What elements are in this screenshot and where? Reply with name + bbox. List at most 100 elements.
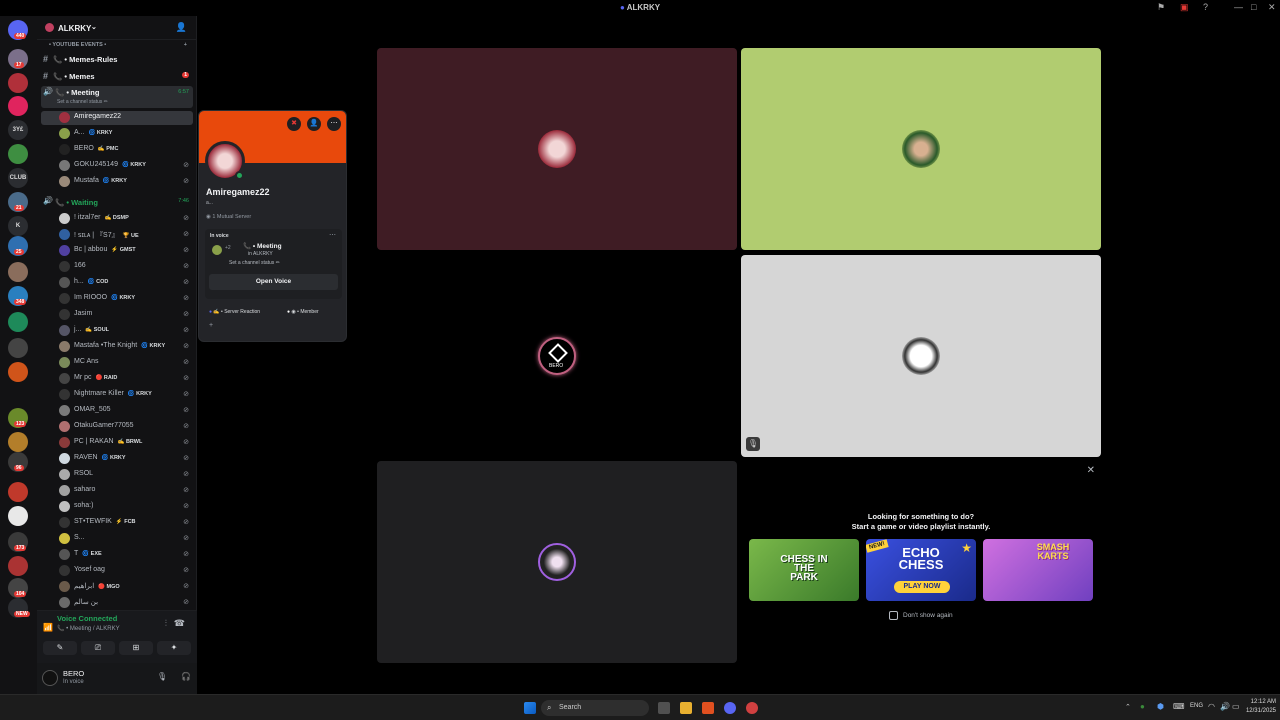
voice-member[interactable]: Jasim ⊘ (41, 308, 193, 322)
voice-member[interactable]: ST•TEWFIK ⚡ FCB ⊘ (41, 516, 193, 530)
language-indicator[interactable]: ENG (1190, 703, 1203, 709)
channel-status[interactable]: Set a channel status ✏ (57, 99, 108, 105)
server-icon-6[interactable]: CLUB (8, 168, 28, 188)
clock-date[interactable]: 12/31/2025 (1236, 708, 1276, 714)
channel-item[interactable]: # 📞 • Memes-Rules (41, 54, 193, 68)
server-icon-18[interactable] (8, 482, 28, 502)
activities-button[interactable]: ⊞ (119, 641, 153, 655)
voice-member[interactable]: Amiregamez22 (41, 111, 193, 125)
game-card-chess-park[interactable]: CHESS IN THE PARK (749, 539, 859, 601)
add-role-icon[interactable]: + (209, 322, 213, 329)
voice-member[interactable]: Mastafa •The Knight 🌀 KRKY ⊘ (41, 340, 193, 354)
game-card-smash-karts[interactable]: SMASH KARTS (983, 539, 1093, 601)
voice-member[interactable]: ابراهيم 🔴 MGO ⊘ (41, 580, 193, 594)
open-voice-button[interactable]: Open Voice (209, 274, 338, 290)
tray-shield-icon[interactable]: ⬢ (1157, 702, 1164, 711)
volume-icon[interactable]: 🔊 (1220, 702, 1230, 711)
server-icon-5[interactable] (8, 144, 28, 164)
inbox-icon[interactable]: ⚑ (1157, 2, 1165, 13)
voice-member[interactable]: h... 🌀 COD ⊘ (41, 276, 193, 290)
headphones-icon[interactable]: 🎧 (181, 672, 191, 681)
voice-member[interactable]: Mustafa 🌀 KRKY ⊘ (41, 175, 193, 189)
amiregamez22-tile[interactable] (377, 48, 737, 250)
voice-member[interactable]: T 🌀 EXE ⊘ (41, 548, 193, 562)
taskbar-search[interactable]: ⌕ Search (541, 700, 649, 716)
voice-member[interactable]: OtakuGamer77055 ⊘ (41, 420, 193, 434)
voice-member[interactable]: RSOL ⊘ (41, 468, 193, 482)
voice-member[interactable]: Nightmare Killer 🌀 KRKY ⊘ (41, 388, 193, 402)
dark-tile[interactable] (377, 461, 737, 663)
voice-member[interactable]: saharo ⊘ (41, 484, 193, 498)
voice-member[interactable]: soha:) ⊘ (41, 500, 193, 514)
app-icon[interactable] (746, 702, 758, 714)
server-icon-2[interactable] (8, 73, 28, 93)
voice-member[interactable]: RAVEN 🌀 KRKY ⊘ (41, 452, 193, 466)
server-header[interactable]: ALKRKY ⌄ 👤 (37, 16, 197, 40)
close-window-icon[interactable]: ✕ (1268, 2, 1276, 13)
server-icon-12[interactable] (8, 312, 28, 332)
help-icon[interactable]: ? (1203, 2, 1208, 12)
brave-browser-icon[interactable] (702, 702, 714, 714)
voice-member[interactable]: Bc | abbou ⚡ GMST ⊘ (41, 244, 193, 258)
voice-member[interactable]: OMAR_505 ⊘ (41, 404, 193, 418)
voice-member[interactable]: j... ✍ SOUL ⊘ (41, 324, 193, 338)
more-options-icon[interactable]: ⋯ (327, 117, 341, 131)
add-channel-icon[interactable]: + (184, 42, 187, 48)
game-card-echo-chess[interactable]: NEW! ★ ECHO CHESS PLAY NOW (866, 539, 976, 601)
screen-share-icon[interactable]: ▣ (1180, 2, 1189, 13)
voice-member[interactable]: بن سالم ⊘ (41, 596, 193, 610)
more-icon[interactable]: ⋯ (329, 231, 336, 239)
user-avatar[interactable] (42, 670, 58, 686)
server-icon-19[interactable] (8, 506, 28, 526)
voice-member[interactable]: 166 ⊘ (41, 260, 193, 274)
tray-app-icon[interactable]: ● (1140, 702, 1145, 711)
file-explorer-icon[interactable] (680, 702, 692, 714)
wifi-icon[interactable]: ◠ (1208, 702, 1215, 711)
play-now-button[interactable]: PLAY NOW (894, 581, 950, 593)
voice-channel-name[interactable]: 📞 • Meeting (243, 242, 282, 250)
channel-meeting[interactable]: 🔊 📞 • Meeting 6:57 Set a channel status ✏ (41, 86, 193, 108)
server-icon-21[interactable] (8, 556, 28, 576)
close-popout-icon[interactable]: ✖ (287, 117, 301, 131)
server-icon-4[interactable]: 3Y£ (8, 120, 28, 140)
dont-show-checkbox[interactable] (889, 611, 898, 620)
close-icon[interactable]: ✕ (1087, 465, 1095, 476)
voice-member[interactable]: Im RIOOO 🌀 KRKY ⊘ (41, 292, 193, 306)
server-icon-3[interactable] (8, 96, 28, 116)
voice-member[interactable]: A... 🌀 KRKY (41, 127, 193, 141)
server-icon-13[interactable] (8, 338, 28, 358)
disconnect-icon[interactable]: ☎ (174, 618, 185, 629)
add-friend-icon[interactable]: 👤 (307, 117, 321, 131)
channel-item[interactable]: # 📞 • Memes 1 (41, 71, 193, 85)
voice-member[interactable]: GOKU245149 🌀 KRKY ⊘ (41, 159, 193, 173)
channel-waiting[interactable]: 🔊 📞 • Waiting 7:46 (41, 196, 193, 210)
server-icon-8[interactable]: K (8, 216, 28, 236)
server-icon-10[interactable] (8, 262, 28, 282)
voice-member[interactable]: PC | RAKAN ✍ BRWL ⊘ (41, 436, 193, 450)
green-tile[interactable] (741, 48, 1101, 250)
bero-tile[interactable]: BERO (377, 255, 737, 457)
camera-button[interactable]: ✎ (43, 641, 77, 655)
start-icon[interactable] (524, 702, 536, 714)
soundboard-button[interactable]: ✦ (157, 641, 191, 655)
microphone-icon[interactable]: 🎙 (157, 672, 167, 681)
keyboard-icon[interactable]: ⌨ (1173, 702, 1185, 711)
task-view-icon[interactable] (658, 702, 670, 714)
voice-status[interactable]: Voice Connected (57, 614, 117, 623)
white-tile[interactable]: 🎙 (741, 255, 1101, 457)
noise-suppression-icon[interactable]: ⫶ (165, 618, 167, 629)
voice-member[interactable]: S... ⊘ (41, 532, 193, 546)
server-icon-14[interactable] (8, 362, 28, 382)
voice-member[interactable]: ! itzal7er ✍ DSMP ⊘ (41, 212, 193, 226)
minimize-icon[interactable]: — (1234, 2, 1243, 12)
mutual-servers[interactable]: ◉ 1 Mutual Server (206, 214, 251, 220)
voice-member[interactable]: ! ꜱɪʟᴀ | 『S7』 🏆 UE ⊘ (41, 228, 193, 242)
voice-member[interactable]: Mr pc 🔴 RAID ⊘ (41, 372, 193, 386)
voice-channel-status[interactable]: Set a channel status ✏ (229, 260, 280, 266)
add-member-icon[interactable]: 👤 (176, 22, 187, 33)
voice-member[interactable]: MC Ans ⊘ (41, 356, 193, 370)
clock-time[interactable]: 12:12 AM (1240, 699, 1276, 705)
voice-member[interactable]: Yosef oag ⊘ (41, 564, 193, 578)
screen-share-button[interactable]: ⎚ (81, 641, 115, 655)
server-icon-16[interactable] (8, 432, 28, 452)
